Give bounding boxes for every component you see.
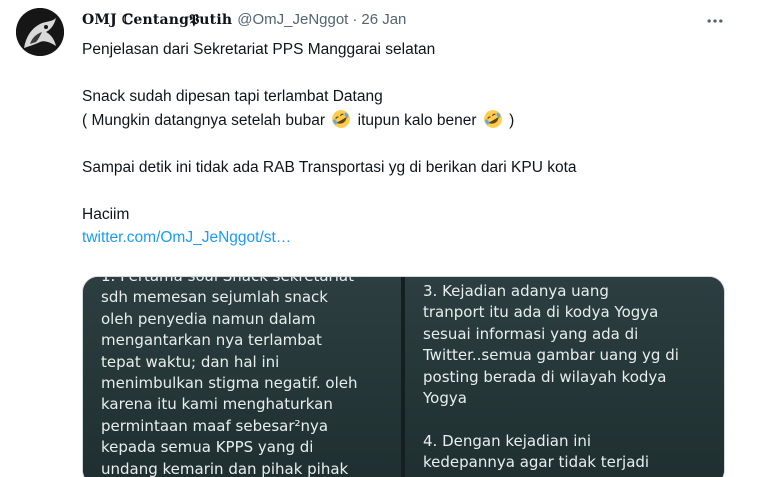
image-text-line: oleh penyedia namun dalam (101, 309, 316, 328)
image-text-line: sdh memesan sejumlah snack (101, 288, 328, 307)
media-image-right[interactable]: 3. Kejadian adanya uang tranport itu ada … (405, 277, 724, 477)
image-text-line: 3. Kejadian adanya uang (423, 282, 609, 300)
separator-dot: · (352, 11, 358, 28)
image-text-line: tepat waktu; dan hal ini (101, 352, 280, 371)
image-text-line: kepada semua KPPS yang di (101, 438, 314, 457)
image-text-line: mengantarkan nya terlambat (101, 331, 322, 350)
media-attachment[interactable]: 1. Pertama soal Snack sekretariat sdh mem… (82, 276, 725, 477)
tweet-text-segment: ) (509, 111, 515, 129)
tweet-text: Penjelasan dari Sekretariat PPS Manggara… (82, 38, 732, 250)
image-text-block: 3. Kejadian adanya uang tranport itu ada … (423, 281, 724, 474)
tweet-line: Penjelasan dari Sekretariat PPS Manggara… (82, 41, 436, 58)
tweet-date[interactable]: 26 Jan (361, 11, 406, 28)
image-text-line: tranport itu ada di kodya Yogya (423, 303, 659, 322)
image-text-line: Twitter..semua gambar uang yg di (423, 346, 679, 365)
media-image-left[interactable]: 1. Pertama soal Snack sekretariat sdh mem… (83, 277, 401, 477)
tweet-link[interactable]: twitter.com/OmJ_JeNggot/st… (82, 229, 291, 246)
tweet-header: OMJ ℂentang𝕻utih @OmJ_JeNggot · 26 Jan (82, 11, 406, 31)
image-text-line: 4. Dengan kejadian ini (423, 431, 592, 450)
rolling-laughing-emoji-icon (483, 109, 502, 128)
image-text-line: karena itu kami menghaturkan (101, 395, 333, 414)
image-text-line: posting berada di wilayah kodya (423, 367, 667, 386)
image-text-block: 1. Pertama soal Snack sekretariat sdh mem… (101, 276, 401, 477)
more-horizontal-icon (707, 19, 723, 23)
image-text-line: permintaan maaf sebesar²nya (101, 416, 329, 435)
avatar[interactable] (16, 8, 64, 56)
tweet-card[interactable]: OMJ ℂentang𝕻utih @OmJ_JeNggot · 26 Jan P… (0, 0, 761, 477)
image-text-line: undang kemarin dan pihak pihak (101, 459, 349, 477)
display-name[interactable]: OMJ ℂentang𝕻utih (82, 12, 232, 28)
image-text-line: 1. Pertama soal Snack sekretariat (101, 276, 354, 285)
tweet-line: Snack sudah dipesan tapi terlambat Datan… (82, 88, 383, 105)
image-text-line: kedepannya agar tidak terjadi (423, 453, 650, 472)
image-text-line (423, 409, 724, 430)
image-text-line: sesuai informasi yang ada di (423, 324, 639, 343)
image-text-line: Yogya (423, 389, 467, 408)
image-text-line: menimbulkan stigma negatif. oleh (101, 374, 358, 393)
user-handle[interactable]: @OmJ_JeNggot (237, 11, 348, 28)
rolling-laughing-emoji-icon (332, 109, 351, 128)
tweet-text-segment: ( Mungkin datangnya setelah bubar (82, 111, 325, 129)
tweet-line: Haciim (82, 205, 130, 223)
tweet-text-segment: itupun kalo bener (357, 111, 477, 129)
tweet-line: Sampai detik ini tidak ada RAB Transport… (82, 158, 577, 176)
more-options-button[interactable] (700, 8, 730, 34)
tweet-line: ( Mungkin datangnya setelah bubar itupun… (82, 109, 732, 133)
